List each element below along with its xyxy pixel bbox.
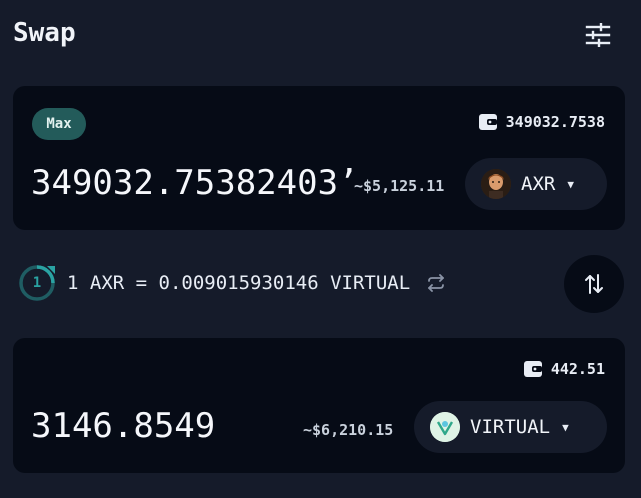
to-token-selector[interactable]: VIRTUAL ▼ (414, 401, 607, 453)
to-amount-output[interactable]: 3146.8549 (31, 406, 291, 446)
to-token-symbol: VIRTUAL (470, 416, 551, 438)
invert-rate-icon[interactable] (426, 274, 446, 292)
from-balance: 349032.7538 (478, 113, 605, 131)
refresh-countdown-button[interactable]: 1 (17, 263, 57, 303)
axr-token-icon (481, 169, 511, 199)
wallet-icon (478, 114, 497, 130)
from-token-selector[interactable]: AXR ▼ (465, 158, 607, 210)
from-usd-value: ~$5,125.11 (354, 177, 445, 195)
from-token-symbol: AXR (521, 173, 556, 195)
from-balance-value: 349032.7538 (505, 113, 605, 131)
chevron-down-icon: ▼ (562, 420, 569, 434)
exchange-rate-text: 1 AXR = 0.009015930146 VIRTUAL (67, 272, 411, 294)
swap-arrows-icon (585, 274, 603, 294)
sliders-icon (585, 23, 611, 47)
virtual-token-icon (430, 412, 460, 442)
to-balance-value: 442.51 (550, 360, 605, 378)
from-amount-input[interactable]: 349032.75382403’ (31, 163, 353, 203)
swap-direction-button[interactable] (564, 255, 624, 313)
settings-button[interactable] (580, 20, 616, 50)
page-title: Swap (13, 18, 76, 48)
chevron-down-icon: ▼ (567, 177, 574, 191)
to-token-card: 442.51 3146.8549 ~$6,210.15 VIRTUAL ▼ (13, 338, 625, 473)
to-balance: 442.51 (523, 360, 605, 378)
exchange-rate-row: 1 1 AXR = 0.009015930146 VIRTUAL (17, 263, 446, 303)
to-usd-value: ~$6,210.15 (303, 421, 394, 439)
wallet-icon (523, 361, 542, 377)
max-button[interactable]: Max (32, 108, 86, 140)
from-token-card: Max 349032.7538 349032.75382403’ ~$5,125… (13, 86, 625, 230)
refresh-countdown-value: 1 (32, 275, 42, 291)
